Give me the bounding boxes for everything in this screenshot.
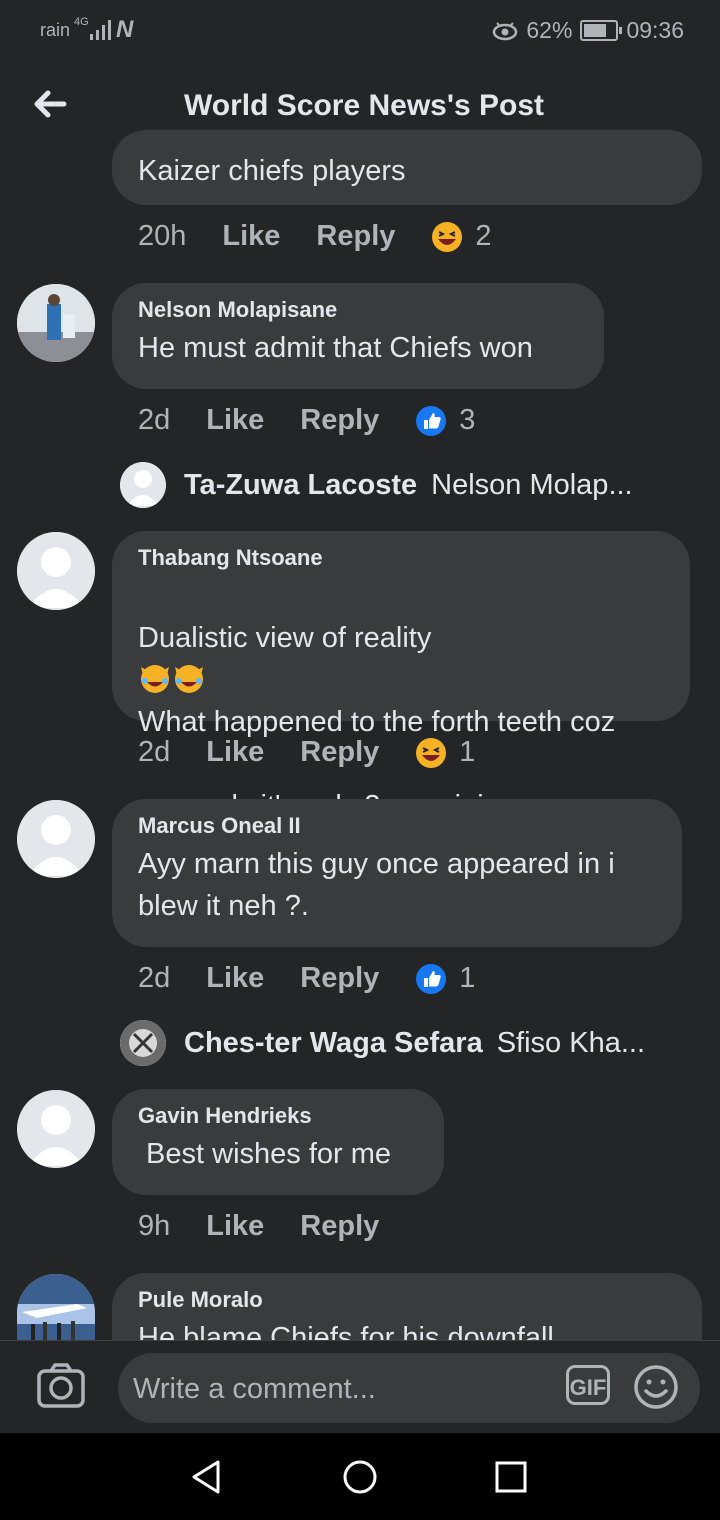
reply-link[interactable]: Reply [316,220,395,253]
comment-text: Ayy marn this guy once appeared in i ble… [138,848,615,922]
comment-text: He blame Chiefs for his downfall [138,1322,554,1340]
comment-text: Dualistic view of reality [138,622,432,654]
comment-author[interactable]: Gavin Hendrieks [138,1103,420,1129]
avatar-photo [120,1020,166,1066]
avatar [120,462,166,508]
comment-text: Best wishes for me [138,1138,392,1170]
comment-text-line: Dualistic view of reality [138,575,666,701]
like-link[interactable]: Like [206,404,264,437]
comment-time: 2d [138,962,171,994]
status-bar: rain 4G N 62% 09:36 [0,0,720,62]
comment-time: 2d [138,736,171,768]
like-link[interactable]: Like [222,220,280,253]
avatar[interactable] [17,532,95,610]
reply-link[interactable]: Reply [300,962,379,995]
battery-icon [580,20,623,41]
like-link[interactable]: Like [206,962,264,995]
comment-actions: 2d Like Reply 3 [138,404,475,437]
haha-reaction-icon[interactable] [415,737,447,769]
comment-actions: 2d Like Reply 1 [138,736,475,769]
reply-author: Ta-Zuwa Lacoste [184,468,418,501]
network-type: 4G [74,16,89,28]
comment-bubble[interactable]: Gavin Hendrieks Best wishes for me [112,1089,444,1195]
comment-input-box[interactable]: GIF [118,1353,700,1425]
comment-input[interactable] [131,1353,555,1425]
comment-time: 9h [138,1210,171,1242]
reply-preview[interactable]: Ches-ter Waga Sefara Sfiso Kha... [120,1020,645,1066]
page-title: World Score News's Post [183,89,544,122]
signal-icon [90,20,111,40]
carrier-label: rain [40,20,71,40]
status-right: 62% 09:36 [492,17,684,44]
comment-author[interactable]: Thabang Ntsoane [138,545,666,571]
nfc-icon: N [116,16,134,43]
like-link[interactable]: Like [206,1210,264,1243]
eye-comfort-icon [493,21,518,40]
reaction-count: 1 [459,962,476,994]
gif-button[interactable]: GIF [566,1365,610,1405]
default-avatar-icon [17,532,95,610]
nav-home-icon[interactable] [341,1458,379,1496]
camera-icon[interactable] [36,1363,86,1409]
comment-composer: GIF [0,1340,720,1434]
nav-recents-icon[interactable] [494,1460,528,1494]
cat-tears-of-joy-emoji [175,665,203,693]
comment-bubble[interactable]: Thabang Ntsoane Dualistic view of realit… [112,531,690,903]
clock: 09:36 [626,17,684,43]
avatar[interactable] [17,1274,95,1340]
reply-link[interactable]: Reply [300,736,379,769]
comment-time: 20h [138,220,187,252]
like-reaction-icon[interactable] [415,405,447,437]
comment-bubble[interactable]: Marcus Oneal II Ayy marn this guy once a… [112,799,682,947]
comment-text: He must admit that Chiefs won [138,332,533,364]
reaction-count: 1 [459,736,476,768]
cat-tears-of-joy-emoji [141,665,169,693]
reply-preview[interactable]: Ta-Zuwa Lacoste Nelson Molap... [120,462,633,508]
default-avatar-icon [17,800,95,878]
reaction-count: 3 [459,404,476,436]
default-avatar-icon [120,462,166,508]
comment-bubble[interactable]: Nelson Molapisane He must admit that Chi… [112,283,604,389]
like-link[interactable]: Like [206,736,264,769]
reply-link[interactable]: Reply [300,404,379,437]
avatar[interactable] [17,284,95,362]
comment-author[interactable]: Marcus Oneal II [138,813,658,839]
avatar[interactable] [17,800,95,878]
avatar-photo [17,284,95,362]
reply-link[interactable]: Reply [300,1210,379,1243]
nav-back-icon[interactable] [188,1458,224,1496]
comment-bubble[interactable]: Kaizer chiefs players [112,130,702,205]
comment-actions: 9h Like Reply [138,1210,415,1243]
system-navigation-bar [0,1433,720,1520]
comment-text: Kaizer chiefs players [138,155,406,187]
comment-author[interactable]: Pule Moralo [138,1287,678,1313]
avatar-photo [17,1274,95,1340]
avatar [120,1020,166,1066]
reply-text: Sfiso Kha... [496,1026,646,1059]
battery-percent: 62% [526,17,573,43]
comment-time: 2d [138,404,171,436]
reply-author: Ches-ter Waga Sefara [184,1026,483,1059]
emoji-icon[interactable] [632,1363,680,1411]
comment-actions: 2d Like Reply 1 [138,962,475,995]
like-reaction-icon[interactable] [415,963,447,995]
avatar[interactable] [17,1090,95,1168]
reply-text: Nelson Molap... [431,468,633,501]
comment-actions: 20h Like Reply 2 [138,220,492,253]
comment-bubble[interactable]: Pule Moralo He blame Chiefs for his down… [112,1273,702,1340]
default-avatar-icon [17,1090,95,1168]
reaction-count: 2 [475,220,492,252]
comment-author[interactable]: Nelson Molapisane [138,297,580,323]
haha-reaction-icon[interactable] [431,221,463,253]
